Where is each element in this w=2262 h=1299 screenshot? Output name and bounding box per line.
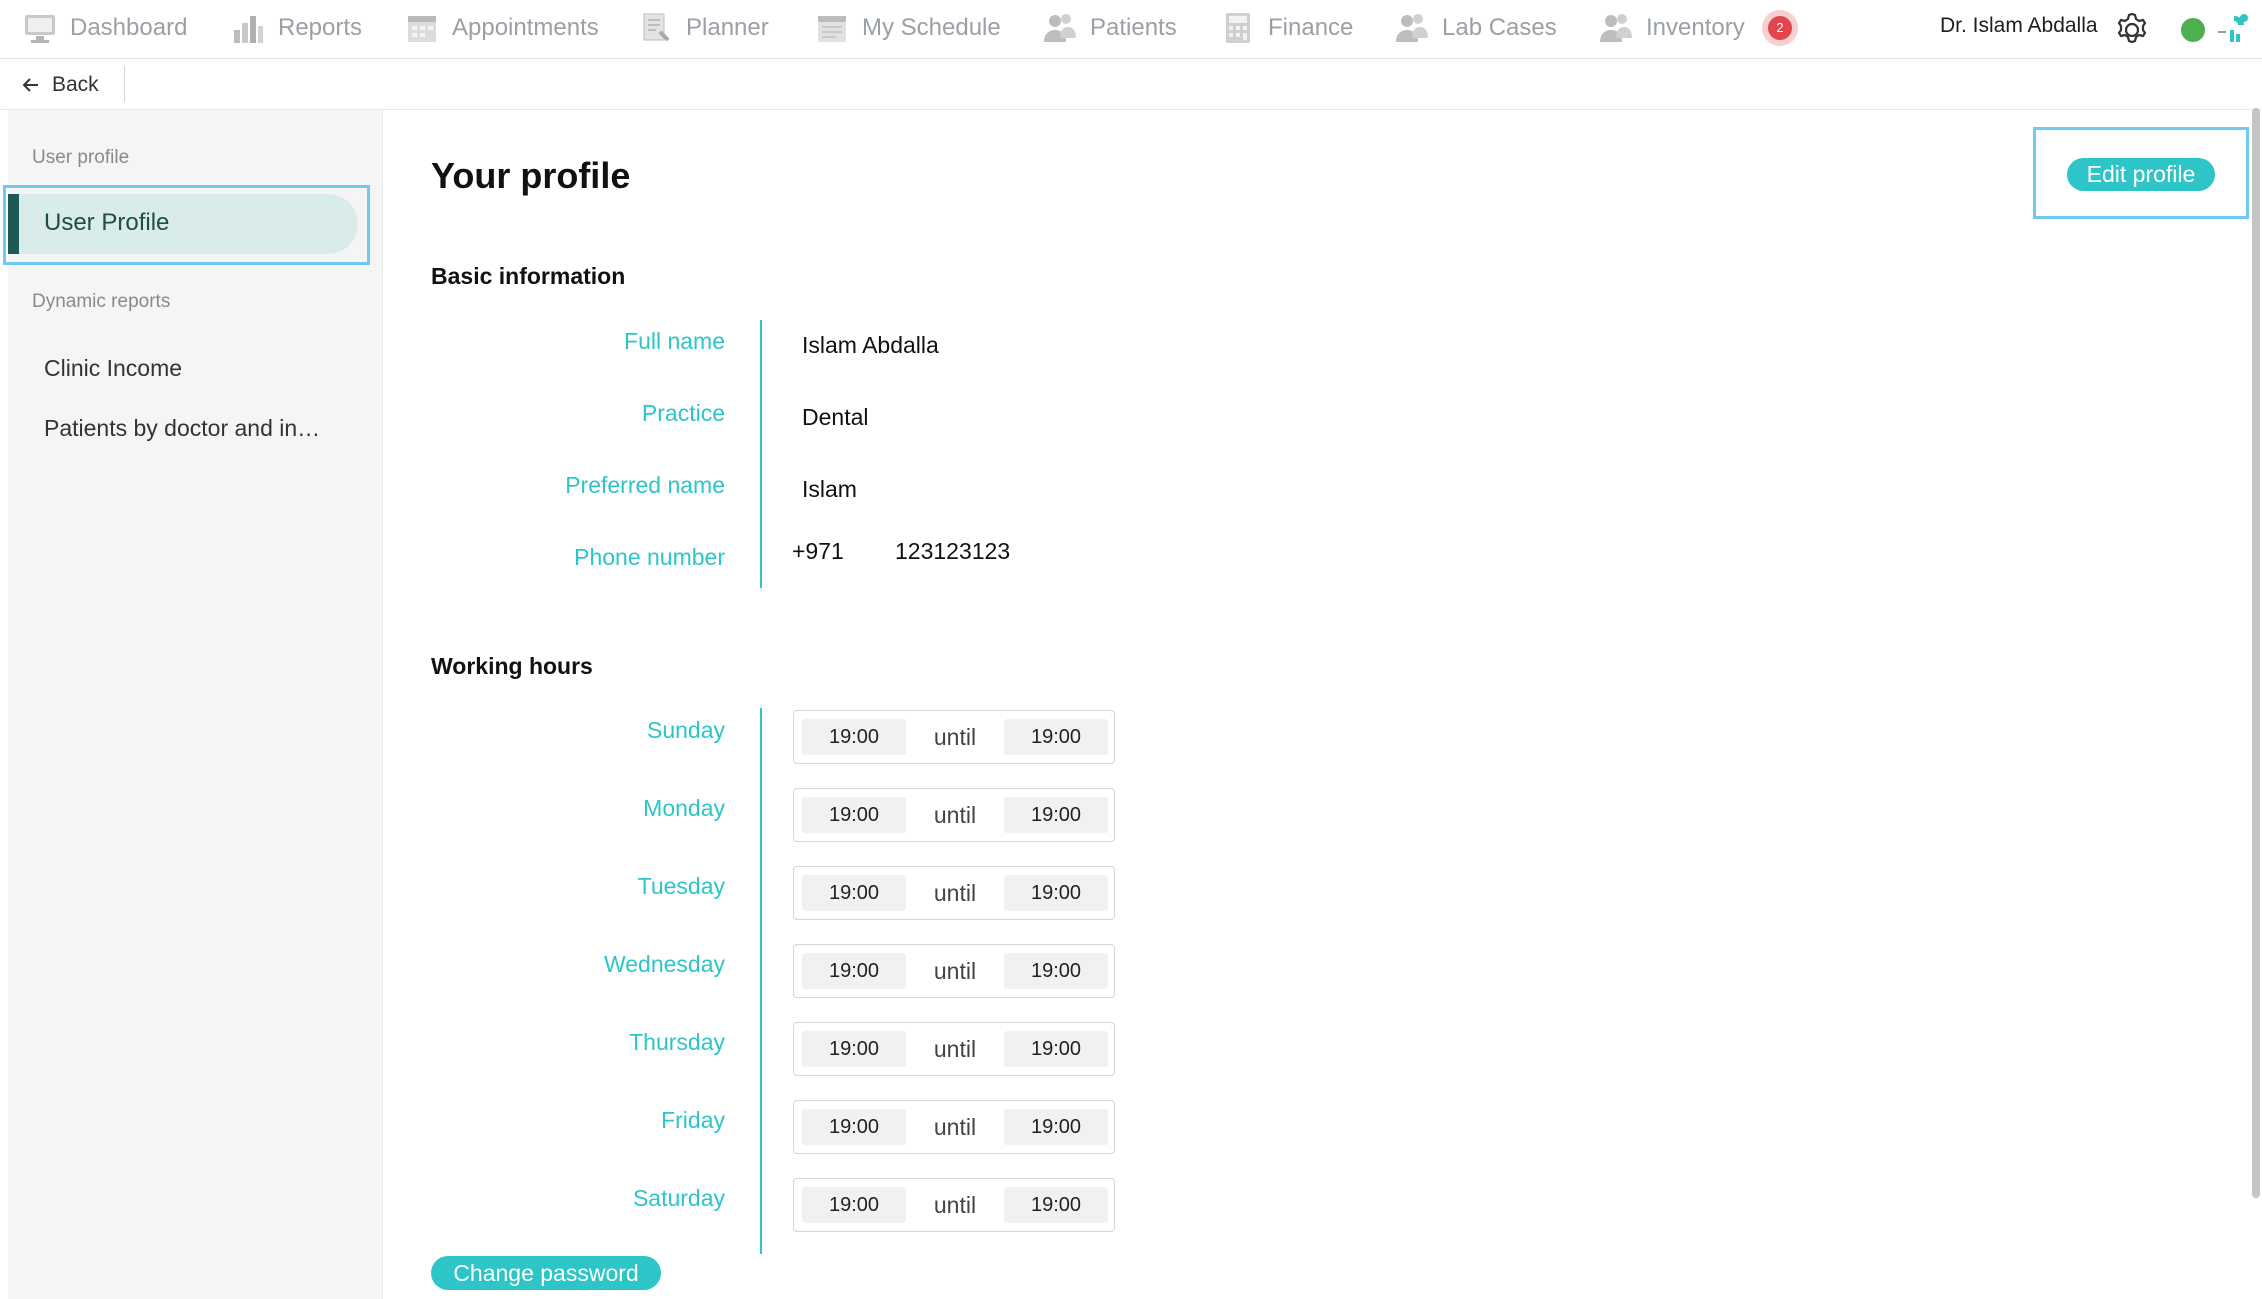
start-time: 19:00: [802, 1187, 906, 1223]
nav-label: Lab Cases: [1442, 14, 1557, 41]
day-label-tuesday: Tuesday: [637, 873, 725, 899]
sidebar-section-dynamic-reports: Dynamic reports: [32, 291, 171, 312]
nav-label: Planner: [686, 14, 769, 41]
until-label: until: [933, 724, 977, 750]
practice-value: Dental: [802, 404, 869, 430]
start-time: 19:00: [802, 1031, 906, 1067]
day-label-thursday: Thursday: [629, 1029, 725, 1055]
until-label: until: [933, 1114, 977, 1140]
hours-row-thursday: 19:00 until 19:00: [793, 1022, 1115, 1076]
start-time: 19:00: [802, 797, 906, 833]
until-label: until: [933, 958, 977, 984]
sidebar-section-user-profile: User profile: [32, 147, 130, 168]
preferred-name-label: Preferred name: [565, 472, 725, 498]
phone-number-value: 123123123: [895, 538, 1011, 564]
gear-icon[interactable]: [2112, 10, 2152, 50]
change-password-button[interactable]: Change password: [431, 1256, 661, 1290]
end-time: 19:00: [1004, 797, 1108, 833]
day-label-monday: Monday: [643, 795, 725, 821]
hours-row-tuesday: 19:00 until 19:00: [793, 866, 1115, 920]
nav-lab-cases[interactable]: Lab Cases: [1394, 8, 1557, 48]
end-time: 19:00: [1004, 953, 1108, 989]
back-label: Back: [52, 73, 99, 96]
nav-inventory[interactable]: Inventory: [1598, 8, 1745, 48]
inventory-people-icon: [1600, 14, 1632, 42]
sidebar-item-patients-by-doctor[interactable]: Patients by doctor and in…: [44, 415, 320, 442]
until-label: until: [933, 802, 977, 828]
full-name-value: Islam Abdalla: [802, 332, 939, 358]
day-label-saturday: Saturday: [632, 1185, 725, 1211]
phone-number-label: Phone number: [574, 544, 725, 570]
hours-row-sunday: 19:00 until 19:00: [793, 710, 1115, 764]
people-icon: [1044, 14, 1076, 42]
lab-people-icon: [1396, 14, 1428, 42]
focus-highlight: [3, 185, 370, 265]
monitor-icon: [25, 15, 55, 43]
online-status-dot: [2181, 18, 2205, 42]
end-time: 19:00: [1004, 1109, 1108, 1145]
start-time: 19:00: [802, 1109, 906, 1145]
notification-count: 2: [1768, 16, 1792, 40]
planner-icon: [643, 13, 670, 42]
day-label-sunday: Sunday: [646, 717, 725, 743]
notification-badge[interactable]: 2: [1762, 10, 1798, 46]
until-label: until: [933, 1192, 977, 1218]
day-label-wednesday: Wednesday: [603, 951, 725, 977]
nav-label: Finance: [1268, 14, 1354, 41]
practice-label: Practice: [641, 400, 725, 426]
user-name[interactable]: Dr. Islam Abdalla: [1940, 14, 2098, 38]
back-bar: [0, 59, 2262, 110]
hours-row-wednesday: 19:00 until 19:00: [793, 944, 1115, 998]
nav-my-schedule[interactable]: My Schedule: [814, 8, 1001, 48]
divider: [760, 320, 762, 588]
app-logo-icon: [2218, 14, 2248, 42]
hours-row-monday: 19:00 until 19:00: [793, 788, 1115, 842]
end-time: 19:00: [1004, 1187, 1108, 1223]
nav-label: Reports: [278, 14, 363, 41]
phone-country-code: +971: [792, 538, 844, 564]
nav-dashboard[interactable]: Dashboard: [22, 8, 187, 48]
end-time: 19:00: [1004, 719, 1108, 755]
start-time: 19:00: [802, 953, 906, 989]
back-button[interactable]: Back: [22, 70, 99, 100]
divider: [124, 66, 125, 102]
start-time: 19:00: [802, 875, 906, 911]
nav-label: My Schedule: [862, 14, 1001, 41]
until-label: until: [933, 880, 977, 906]
nav-patients[interactable]: Patients: [1042, 8, 1177, 48]
divider: [760, 708, 762, 1254]
nav-label: Inventory: [1646, 14, 1745, 41]
nav-label: Patients: [1090, 14, 1177, 41]
nav-planner[interactable]: Planner: [638, 8, 769, 48]
preferred-name-value: Islam: [802, 476, 857, 502]
scrollbar[interactable]: [2252, 108, 2260, 1198]
hours-row-saturday: 19:00 until 19:00: [793, 1178, 1115, 1232]
day-label-friday: Friday: [661, 1107, 725, 1133]
end-time: 19:00: [1004, 875, 1108, 911]
arrow-left-icon: [22, 78, 38, 92]
edit-profile-button[interactable]: Edit profile: [2067, 158, 2215, 191]
nav-label: Dashboard: [70, 14, 188, 41]
sidebar: [8, 110, 383, 1299]
end-time: 19:00: [1004, 1031, 1108, 1067]
calendar-icon: [408, 16, 436, 42]
start-time: 19:00: [802, 719, 906, 755]
sidebar-item-clinic-income[interactable]: Clinic Income: [44, 355, 182, 382]
bar-chart-icon: [234, 16, 263, 43]
schedule-icon: [818, 16, 846, 42]
page-title: Your profile: [431, 155, 631, 196]
nav-reports[interactable]: Reports: [230, 8, 362, 48]
hours-row-friday: 19:00 until 19:00: [793, 1100, 1115, 1154]
nav-label: Appointments: [452, 14, 599, 41]
calculator-icon: [1226, 13, 1250, 43]
section-heading-working-hours: Working hours: [431, 653, 593, 679]
until-label: until: [933, 1036, 977, 1062]
section-heading-basic-information: Basic information: [431, 263, 626, 289]
nav-appointments[interactable]: Appointments: [404, 8, 599, 48]
nav-finance[interactable]: Finance: [1220, 8, 1353, 48]
full-name-label: Full name: [624, 328, 725, 354]
